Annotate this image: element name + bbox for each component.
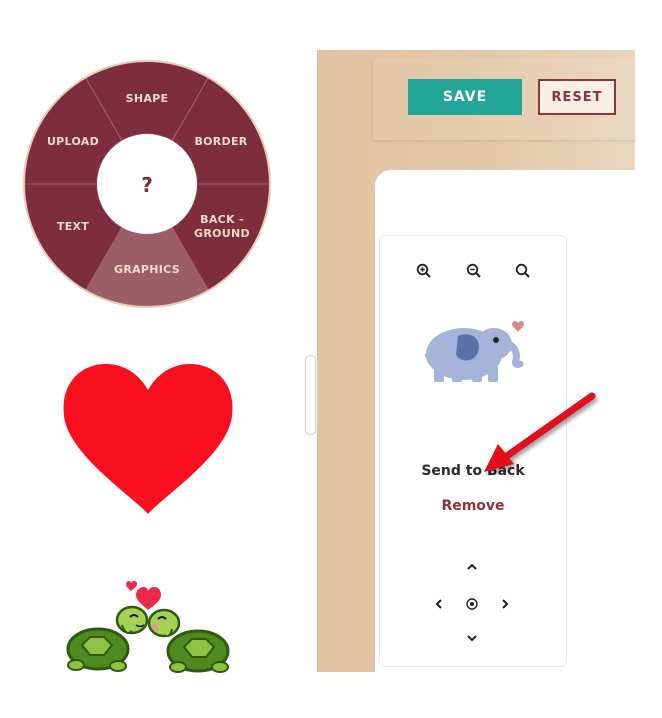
chevron-down-icon[interactable] — [462, 628, 482, 648]
center-label: ? — [141, 173, 153, 197]
design-canvas[interactable]: Send to Back Remove — [375, 170, 635, 672]
center-icon[interactable] — [462, 594, 482, 614]
zoom-reset-icon[interactable] — [512, 260, 534, 282]
heart-icon[interactable] — [60, 360, 236, 518]
editor-panel: SAVE RESET Send to Back Remove — [305, 50, 635, 672]
menu-item-graphics[interactable]: GRAPHICS — [114, 263, 180, 276]
save-button[interactable]: SAVE — [408, 79, 522, 115]
chevron-left-icon[interactable] — [429, 594, 449, 614]
menu-item-shape[interactable]: SHAPE — [126, 92, 169, 105]
resize-handle[interactable] — [305, 355, 316, 435]
zoom-out-icon[interactable] — [463, 260, 485, 282]
menu-item-upload[interactable]: UPLOAD — [47, 135, 99, 148]
chevron-right-icon[interactable] — [495, 594, 515, 614]
reset-button[interactable]: RESET — [538, 79, 616, 115]
menu-item-text[interactable]: TEXT — [57, 220, 89, 233]
zoom-in-icon[interactable] — [413, 260, 435, 282]
elephant-icon[interactable] — [420, 314, 530, 388]
chevron-up-icon[interactable] — [462, 557, 482, 577]
send-to-back-button[interactable]: Send to Back — [380, 463, 566, 479]
radial-menu: ? SHAPE BORDER BACK - GROUND GRAPHICS TE… — [21, 60, 273, 310]
menu-item-border[interactable]: BORDER — [194, 135, 247, 148]
menu-item-background-line2[interactable]: GROUND — [194, 227, 250, 240]
graphic-options-panel: Send to Back Remove — [379, 235, 567, 667]
turtles-in-love-icon[interactable] — [60, 575, 236, 675]
menu-item-background-line1[interactable]: BACK - — [200, 213, 244, 226]
remove-button[interactable]: Remove — [380, 498, 566, 514]
